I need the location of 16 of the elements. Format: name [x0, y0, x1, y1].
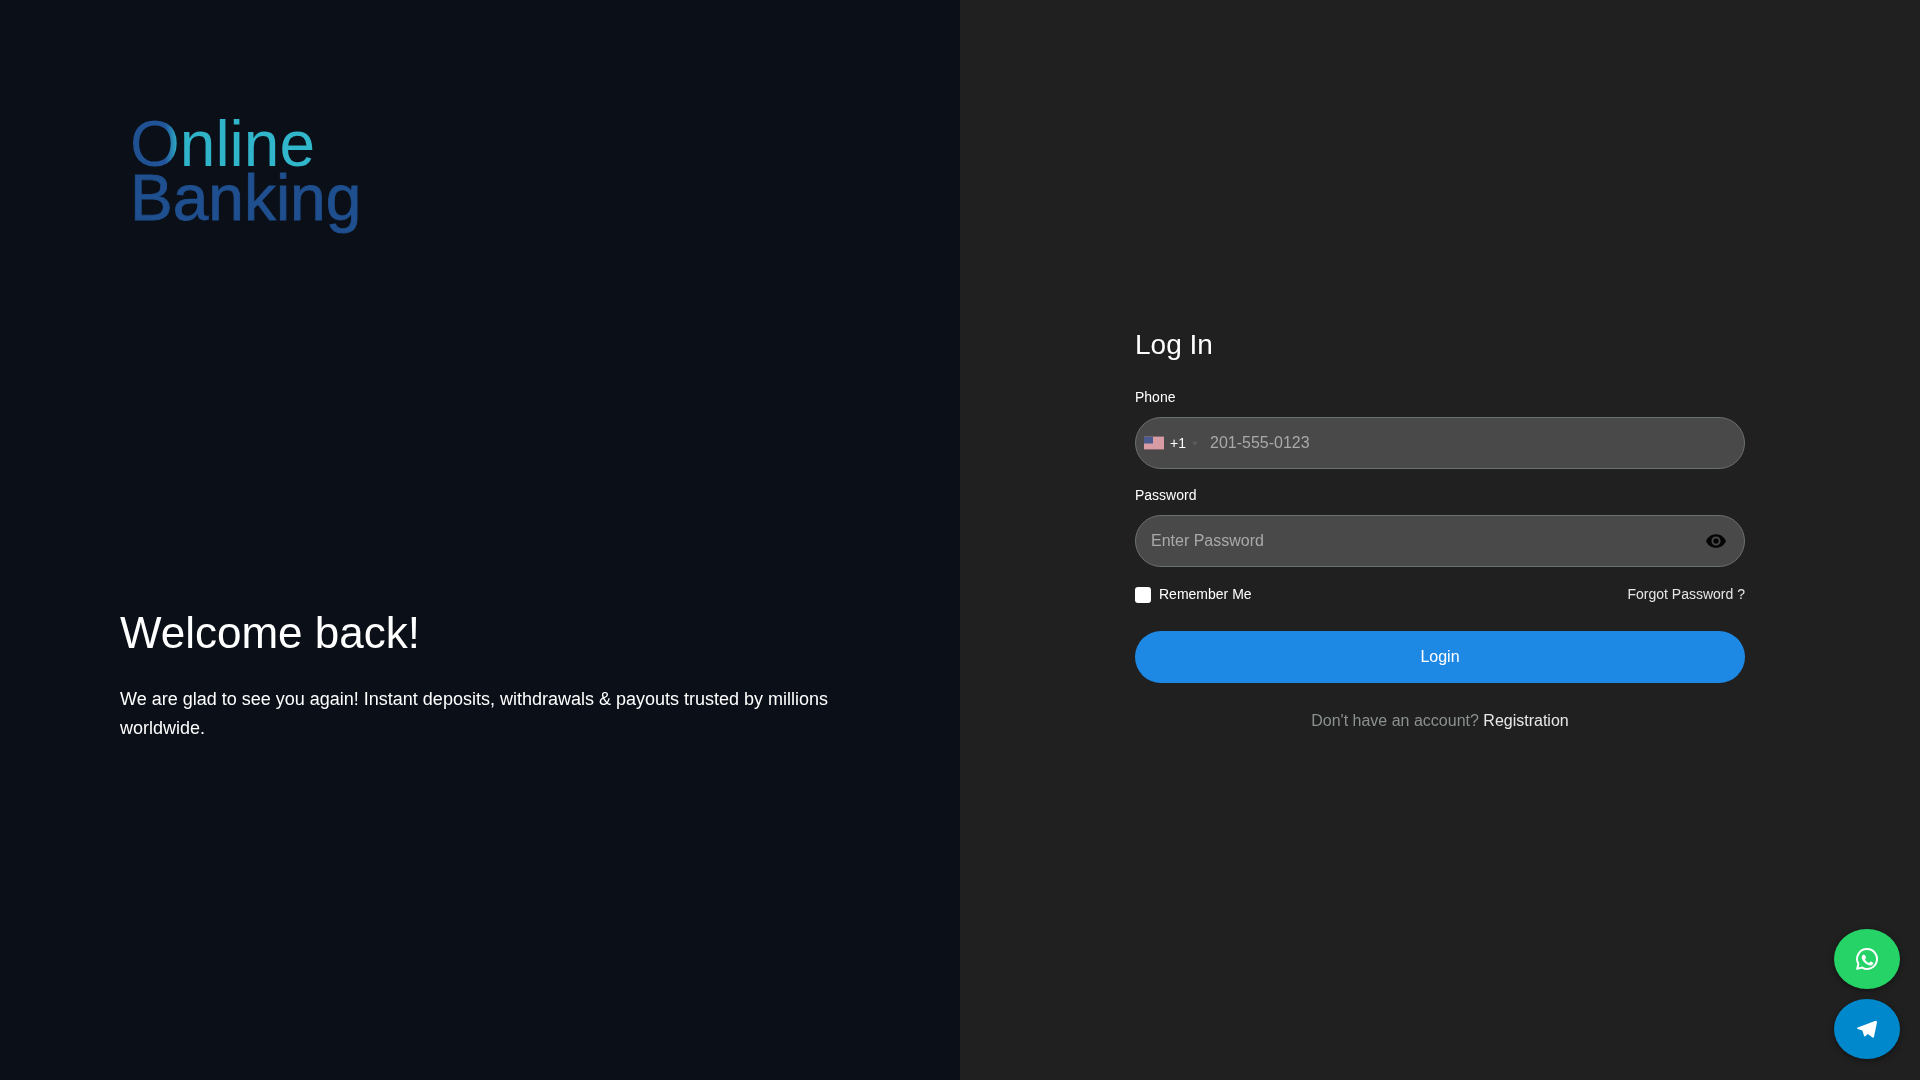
forgot-password-link[interactable]: Forgot Password ?	[1627, 586, 1745, 603]
country-code-select[interactable]: +1	[1144, 434, 1198, 452]
phone-bubble-icon	[1856, 948, 1878, 970]
remember-me-checkbox[interactable]	[1135, 586, 1151, 603]
signup-prompt: Don't have an account? Registration	[1311, 711, 1569, 730]
paper-plane-icon	[1857, 1020, 1877, 1038]
password-label: Password	[1135, 487, 1197, 504]
registration-link[interactable]: Registration	[1483, 712, 1569, 729]
logo-wordmark: Online Banking	[130, 117, 362, 236]
login-button[interactable]: Login	[1135, 631, 1745, 683]
welcome-text: We are glad to see you again! Instant deposits, withdrawals & payouts trusted by millions worldwide.	[120, 688, 830, 740]
password-field[interactable]: Enter Password	[1135, 515, 1745, 567]
welcome-title: Welcome back!	[120, 607, 420, 659]
form-title: Log In	[1135, 328, 1214, 362]
remember-me-label: Remember Me	[1159, 586, 1252, 603]
phone-label: Phone	[1135, 389, 1176, 406]
